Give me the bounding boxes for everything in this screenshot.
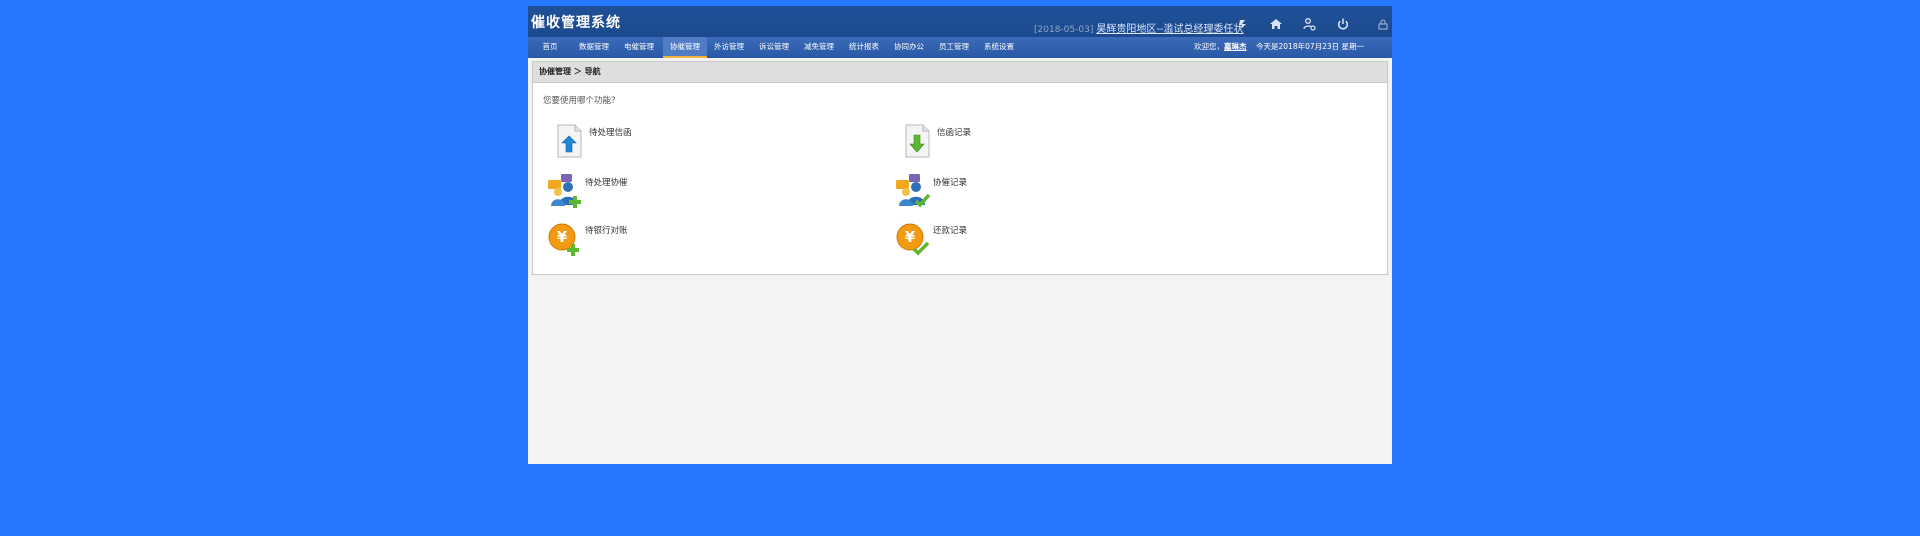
nav-item-staff[interactable]: 员工管理: [936, 37, 972, 58]
nav-item-assist-collection[interactable]: 协催管理: [663, 37, 707, 58]
breadcrumb: 协催管理 ＞ 导航: [533, 62, 1387, 83]
yen-check-icon: ¥: [895, 220, 931, 258]
letter-upload-icon: [551, 122, 587, 160]
users-check-icon: [895, 172, 931, 210]
welcome-text: 欢迎您，嘉琳杰: [1194, 37, 1247, 58]
func-label: 协催记录: [933, 178, 968, 188]
welcome-prefix: 欢迎您，: [1194, 42, 1224, 51]
nav-item-reports[interactable]: 统计报表: [846, 37, 882, 58]
nav-item-settings[interactable]: 系统设置: [981, 37, 1017, 58]
prompt-text: 您要使用哪个功能？: [543, 96, 620, 106]
nav-item-phone-collection[interactable]: 电催管理: [621, 37, 657, 58]
nav-item-home[interactable]: 首页: [534, 37, 566, 58]
today-date: 今天是2018年07月23日 星期一: [1256, 42, 1365, 51]
func-label: 信函记录: [937, 128, 972, 138]
func-label: 待银行对账: [585, 226, 628, 236]
notice-link[interactable]: 昊辉贵阳地区--滥试总经理委任状: [1096, 24, 1243, 35]
notice: [2018-05-03] 昊辉贵阳地区--滥试总经理委任状: [1034, 20, 1244, 35]
svg-text:¥: ¥: [557, 228, 568, 246]
svg-text:¥: ¥: [905, 228, 916, 246]
notice-date: [2018-05-03]: [1034, 25, 1094, 35]
letter-download-icon: [899, 122, 935, 160]
users-add-icon: [547, 172, 583, 210]
nav-item-data-management[interactable]: 数据管理: [576, 37, 612, 58]
main-nav: 首页 数据管理 电催管理 协催管理 外访管理 诉讼管理 减免管理 统计报表 协同…: [528, 37, 1392, 58]
lock-icon[interactable]: [1376, 17, 1390, 31]
yen-add-icon: ¥: [547, 220, 583, 258]
func-label: 待处理信函: [589, 128, 632, 138]
nav-item-office[interactable]: 协同办公: [891, 37, 927, 58]
home-icon[interactable]: [1269, 17, 1283, 31]
user-settings-icon[interactable]: [1302, 17, 1316, 31]
header-bar: 催收管理系统 [2018-05-03] 昊辉贵阳地区--滥试总经理委任状: [528, 6, 1392, 37]
nav-item-litigation[interactable]: 诉讼管理: [756, 37, 792, 58]
content-panel: 协催管理 ＞ 导航 您要使用哪个功能？ 待处理信函 信函记录 待处理协催 协催记…: [532, 61, 1388, 275]
refresh-icon[interactable]: [1236, 17, 1250, 31]
user-name-link[interactable]: 嘉琳杰: [1224, 42, 1247, 51]
app-title: 催收管理系统: [531, 15, 621, 31]
power-icon[interactable]: [1336, 17, 1350, 31]
nav-item-field-visit[interactable]: 外访管理: [711, 37, 747, 58]
func-label: 待处理协催: [585, 178, 628, 188]
func-label: 还款记录: [933, 226, 968, 236]
nav-item-reduction[interactable]: 减免管理: [801, 37, 837, 58]
app-window: 催收管理系统 [2018-05-03] 昊辉贵阳地区--滥试总经理委任状 首页 数…: [528, 6, 1392, 464]
